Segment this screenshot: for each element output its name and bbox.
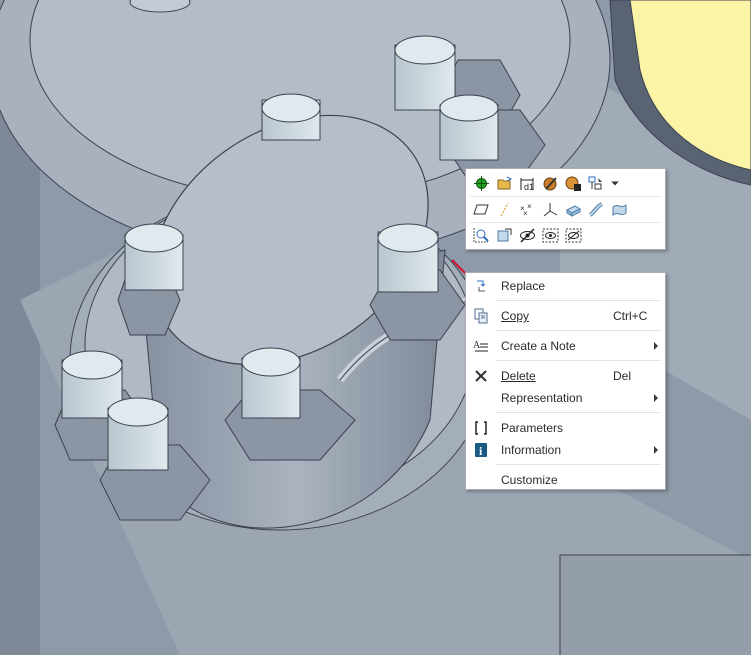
copy-icon — [472, 307, 490, 325]
extrude-icon[interactable] — [562, 198, 585, 220]
corner-block — [560, 555, 751, 655]
surface-icon[interactable] — [608, 198, 631, 220]
menu-label: Parameters — [501, 421, 564, 435]
delete-icon — [472, 367, 490, 385]
submenu-arrow-icon — [654, 446, 658, 454]
csys-icon[interactable] — [539, 198, 562, 220]
menu-shortcut: Ctrl+C — [613, 309, 648, 323]
menu-item-representation[interactable]: Representation — [467, 387, 664, 409]
unhide-icon[interactable] — [562, 224, 585, 246]
bolt-3 — [261, 93, 321, 141]
dimension-icon[interactable]: d1 — [516, 172, 539, 194]
menu-label: Customize — [501, 473, 558, 487]
datum-icon[interactable] — [470, 172, 493, 194]
point-icon[interactable]: × × × — [516, 198, 539, 220]
information-icon: i — [472, 441, 490, 459]
menu-item-delete[interactable]: Delete Del — [467, 365, 664, 387]
menu-label: Delete — [501, 369, 536, 383]
select-filter-icon[interactable] — [585, 172, 608, 194]
dropdown-arrow-icon[interactable] — [608, 172, 622, 194]
menu-item-customize[interactable]: Customize — [467, 469, 664, 491]
menu-label: Information — [501, 443, 562, 457]
menu-item-create-note[interactable]: A Create a Note — [467, 335, 664, 357]
render-icon[interactable] — [562, 172, 585, 194]
open-icon[interactable] — [493, 172, 516, 194]
mini-toolbar: d1 × × × — [465, 168, 666, 250]
menu-label: Replace — [501, 279, 546, 293]
menu-label: Create a Note — [501, 339, 576, 353]
parameters-icon — [472, 419, 490, 437]
submenu-arrow-icon — [654, 342, 658, 350]
svg-text:d1: d1 — [524, 182, 534, 192]
menu-item-parameters[interactable]: Parameters — [467, 417, 664, 439]
menu-item-information[interactable]: i Information — [467, 439, 664, 461]
svg-text:×: × — [527, 202, 532, 211]
svg-text:×: × — [523, 209, 528, 218]
menu-shortcut: Del — [613, 369, 632, 383]
show-icon[interactable] — [539, 224, 562, 246]
hide-icon[interactable] — [516, 224, 539, 246]
menu-label: Representation — [501, 391, 583, 405]
reorient-icon[interactable] — [493, 224, 516, 246]
plane-icon[interactable] — [470, 198, 493, 220]
svg-text:A: A — [473, 340, 481, 351]
context-menu: Replace Copy Ctrl+C A Create a Note Dele… — [465, 272, 666, 490]
menu-label: Copy — [501, 309, 530, 323]
sweep-icon[interactable] — [585, 198, 608, 220]
zoom-to-selected-icon[interactable] — [470, 224, 493, 246]
note-icon: A — [472, 337, 490, 355]
axis-icon[interactable] — [493, 198, 516, 220]
menu-item-replace[interactable]: Replace — [467, 275, 664, 297]
submenu-arrow-icon — [654, 394, 658, 402]
menu-item-copy[interactable]: Copy Ctrl+C — [467, 305, 664, 327]
replace-icon — [472, 277, 490, 295]
appearance-icon[interactable] — [539, 172, 562, 194]
